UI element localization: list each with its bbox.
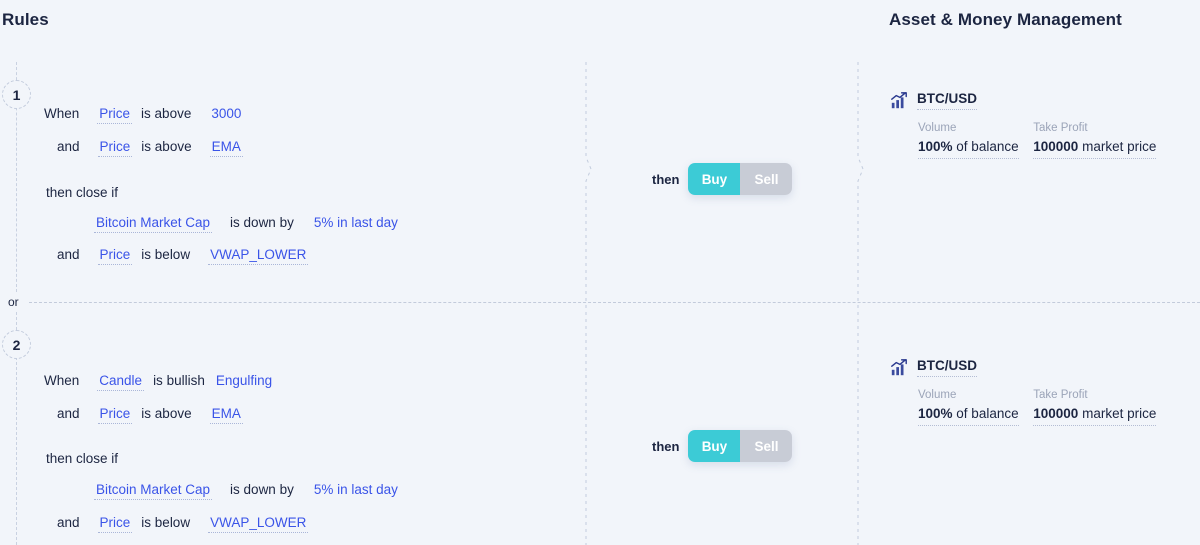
condition-operator[interactable]: is above bbox=[141, 107, 191, 121]
condition-prefix: and bbox=[57, 406, 80, 421]
volume-unit: of balance bbox=[956, 406, 1019, 421]
sell-button[interactable]: Sell bbox=[740, 430, 793, 462]
asset-header: BTC/USD bbox=[890, 91, 1190, 110]
condition-operator[interactable]: is bullish bbox=[153, 374, 205, 388]
condition-operator[interactable]: is above bbox=[141, 140, 191, 154]
or-divider-line bbox=[28, 301, 1200, 303]
volume-field: Volume 100% of balance bbox=[918, 389, 1033, 426]
take-profit-amount: 100000 bbox=[1033, 139, 1079, 154]
volume-unit: of balance bbox=[956, 139, 1019, 154]
condition-operator[interactable]: is down by bbox=[230, 483, 294, 497]
condition-prefix: and bbox=[57, 515, 80, 530]
chart-up-icon bbox=[891, 91, 907, 108]
condition-field[interactable]: Price bbox=[97, 407, 133, 424]
asset-header: BTC/USD bbox=[890, 358, 1190, 377]
condition-prefix: and bbox=[57, 139, 80, 154]
condition-row: and Price is above EMA bbox=[57, 140, 243, 157]
condition-operator[interactable]: is below bbox=[141, 248, 190, 262]
asset-fields: Volume 100% of balance Take Profit 10000… bbox=[890, 389, 1190, 426]
condition-field[interactable]: Price bbox=[97, 107, 133, 124]
take-profit-unit: market price bbox=[1082, 139, 1157, 154]
condition-row: and Price is above EMA bbox=[57, 407, 243, 424]
condition-row: Bitcoin Market Cap is down by 5% in last… bbox=[94, 483, 400, 500]
volume-value[interactable]: 100% of balance bbox=[918, 406, 1019, 426]
then-label: then bbox=[652, 171, 680, 187]
chart-up-icon bbox=[891, 358, 907, 375]
buy-sell-toggle[interactable]: Buy Sell bbox=[688, 430, 793, 462]
rule-number-badge: 1 bbox=[2, 80, 31, 109]
condition-prefix: and bbox=[57, 247, 80, 262]
rule-number-badge: 2 bbox=[2, 330, 31, 359]
take-profit-value[interactable]: 100000 market price bbox=[1033, 406, 1157, 426]
condition-prefix: When bbox=[44, 373, 80, 388]
take-profit-value[interactable]: 100000 market price bbox=[1033, 139, 1157, 159]
take-profit-unit: market price bbox=[1082, 406, 1157, 421]
condition-value[interactable]: Engulfing bbox=[214, 374, 274, 390]
or-separator: or bbox=[0, 292, 1200, 312]
condition-value[interactable]: VWAP_LOWER bbox=[208, 516, 309, 533]
condition-field[interactable]: Bitcoin Market Cap bbox=[94, 483, 213, 500]
condition-row: and Price is below VWAP_LOWER bbox=[57, 247, 309, 265]
then-close-if-text: then close if bbox=[46, 451, 119, 466]
then-close-if-label: then close if bbox=[46, 452, 118, 466]
then-label: then bbox=[652, 438, 680, 454]
condition-operator[interactable]: is below bbox=[141, 516, 190, 530]
asset-symbol[interactable]: BTC/USD bbox=[917, 91, 977, 110]
then-close-if-text: then close if bbox=[46, 185, 119, 200]
volume-field: Volume 100% of balance bbox=[918, 122, 1033, 159]
condition-value[interactable]: 3000 bbox=[209, 107, 243, 123]
buy-button[interactable]: Buy bbox=[688, 430, 741, 462]
condition-value[interactable]: 5% in last day bbox=[312, 216, 400, 232]
page-title-asset-money-management: Asset & Money Management bbox=[889, 10, 1122, 29]
asset-money-management-card: BTC/USD Volume 100% of balance Take Prof… bbox=[890, 358, 1190, 426]
page-title-rules: Rules bbox=[2, 10, 49, 29]
asset-money-management-card: BTC/USD Volume 100% of balance Take Prof… bbox=[890, 91, 1190, 159]
condition-field[interactable]: Bitcoin Market Cap bbox=[94, 216, 213, 233]
condition-row: When Candle is bullish Engulfing bbox=[44, 374, 274, 391]
rule-block: 1 When Price is above 3000 and Price is … bbox=[0, 62, 1200, 292]
rule-block: 2 When Candle is bullish Engulfing and P… bbox=[0, 312, 1200, 545]
condition-field[interactable]: Price bbox=[97, 248, 133, 265]
take-profit-label: Take Profit bbox=[1033, 122, 1088, 134]
condition-prefix: When bbox=[44, 106, 80, 121]
or-label: or bbox=[0, 295, 29, 309]
then-close-if-label: then close if bbox=[46, 186, 118, 200]
asset-fields: Volume 100% of balance Take Profit 10000… bbox=[890, 122, 1190, 159]
sell-button[interactable]: Sell bbox=[740, 163, 793, 195]
condition-field[interactable]: Price bbox=[97, 516, 133, 533]
condition-operator[interactable]: is above bbox=[141, 407, 191, 421]
rule-action-group: then Buy Sell bbox=[652, 163, 793, 195]
rule-action-group: then Buy Sell bbox=[652, 430, 793, 462]
take-profit-field: Take Profit 100000 market price bbox=[1033, 122, 1190, 159]
take-profit-label: Take Profit bbox=[1033, 389, 1088, 401]
condition-value[interactable]: EMA bbox=[209, 140, 243, 157]
condition-field[interactable]: Price bbox=[97, 140, 133, 157]
volume-amount: 100% bbox=[918, 406, 953, 421]
condition-row: and Price is below VWAP_LOWER bbox=[57, 515, 309, 533]
condition-row: When Price is above 3000 bbox=[44, 107, 243, 124]
volume-value[interactable]: 100% of balance bbox=[918, 139, 1019, 159]
buy-button[interactable]: Buy bbox=[688, 163, 741, 195]
condition-operator[interactable]: is down by bbox=[230, 216, 294, 230]
condition-field[interactable]: Candle bbox=[97, 374, 145, 391]
condition-value[interactable]: VWAP_LOWER bbox=[208, 248, 309, 265]
volume-label: Volume bbox=[918, 122, 957, 134]
condition-value[interactable]: 5% in last day bbox=[312, 483, 400, 499]
take-profit-field: Take Profit 100000 market price bbox=[1033, 389, 1190, 426]
take-profit-amount: 100000 bbox=[1033, 406, 1079, 421]
condition-value[interactable]: EMA bbox=[209, 407, 243, 424]
buy-sell-toggle[interactable]: Buy Sell bbox=[688, 163, 793, 195]
asset-symbol[interactable]: BTC/USD bbox=[917, 358, 977, 377]
volume-label: Volume bbox=[918, 389, 957, 401]
condition-row: Bitcoin Market Cap is down by 5% in last… bbox=[94, 216, 400, 233]
volume-amount: 100% bbox=[918, 139, 953, 154]
